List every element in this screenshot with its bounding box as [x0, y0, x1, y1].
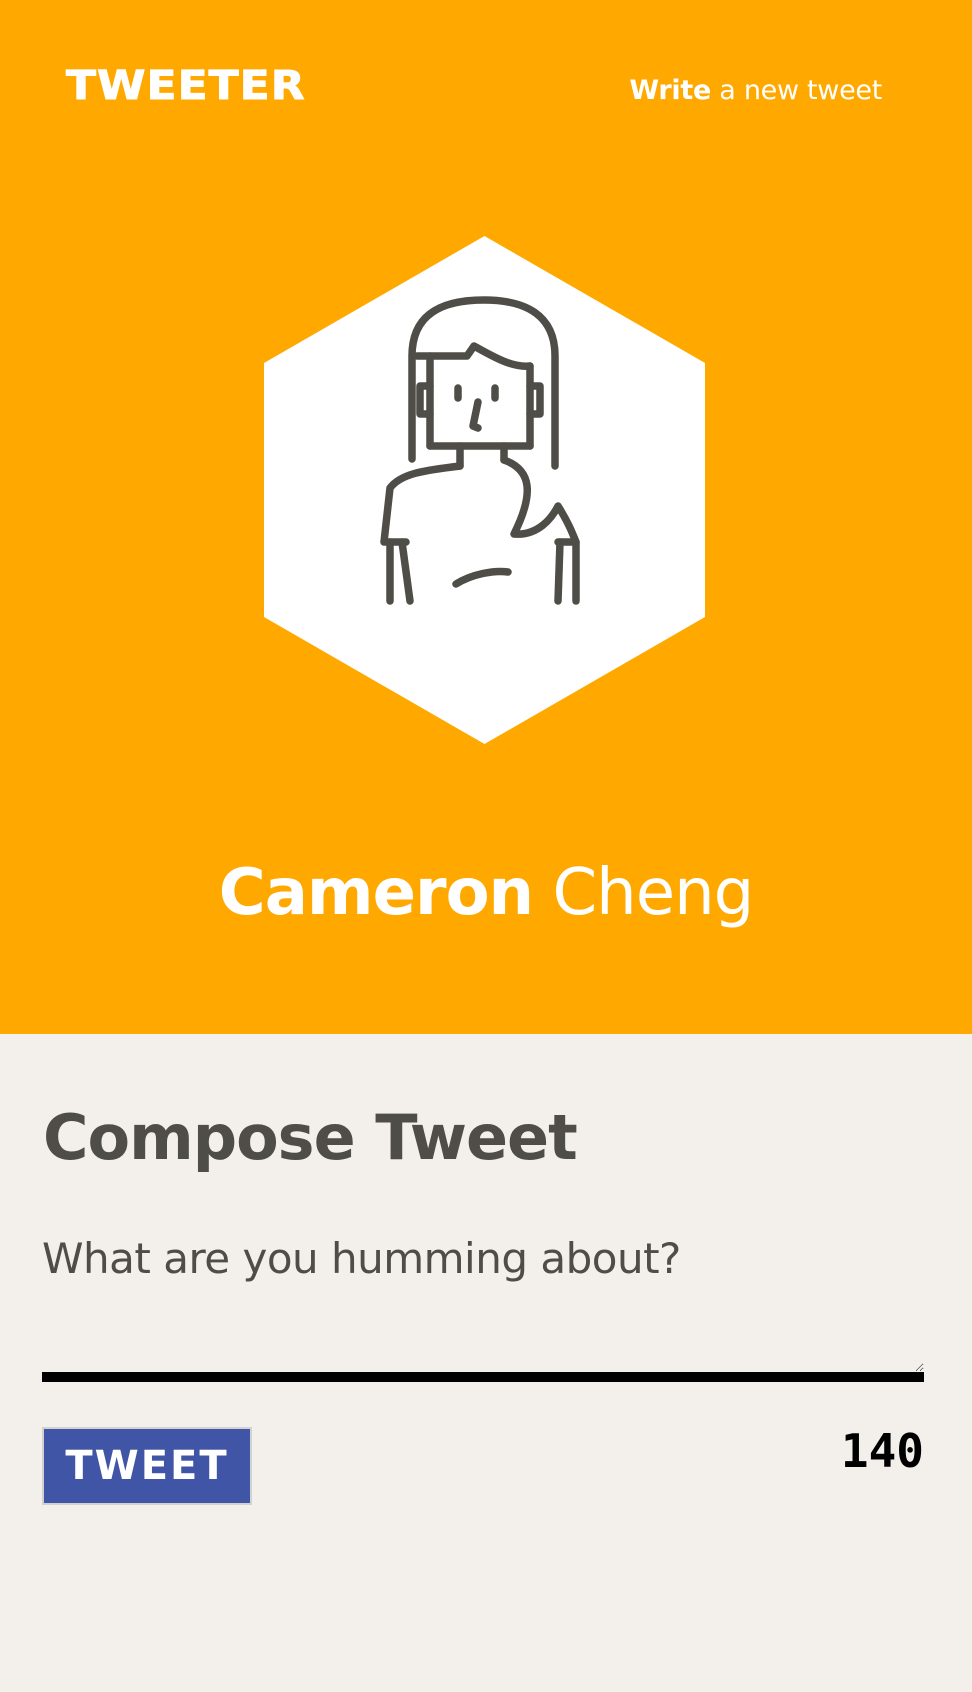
profile-last-name: Cheng [552, 856, 754, 930]
write-link-rest: a new tweet [711, 75, 882, 106]
compose-title: Compose Tweet [43, 1101, 578, 1174]
write-link-strong: Write [629, 75, 712, 106]
tweet-button[interactable]: TWEET [42, 1427, 252, 1505]
write-new-tweet-link[interactable]: Write a new tweet [629, 76, 882, 106]
compose-section: Compose Tweet [0, 1034, 972, 1692]
character-counter: 140 [840, 1424, 924, 1478]
tweet-textarea[interactable] [42, 1234, 924, 1382]
brand-logo[interactable]: TWEETER [66, 65, 306, 106]
profile-name: Cameron Cheng [0, 858, 972, 928]
profile-header: TWEETER Write a new tweet Cameron Cheng [0, 0, 972, 1034]
woman-avatar-icon [264, 236, 705, 744]
profile-first-name: Cameron [218, 856, 534, 930]
